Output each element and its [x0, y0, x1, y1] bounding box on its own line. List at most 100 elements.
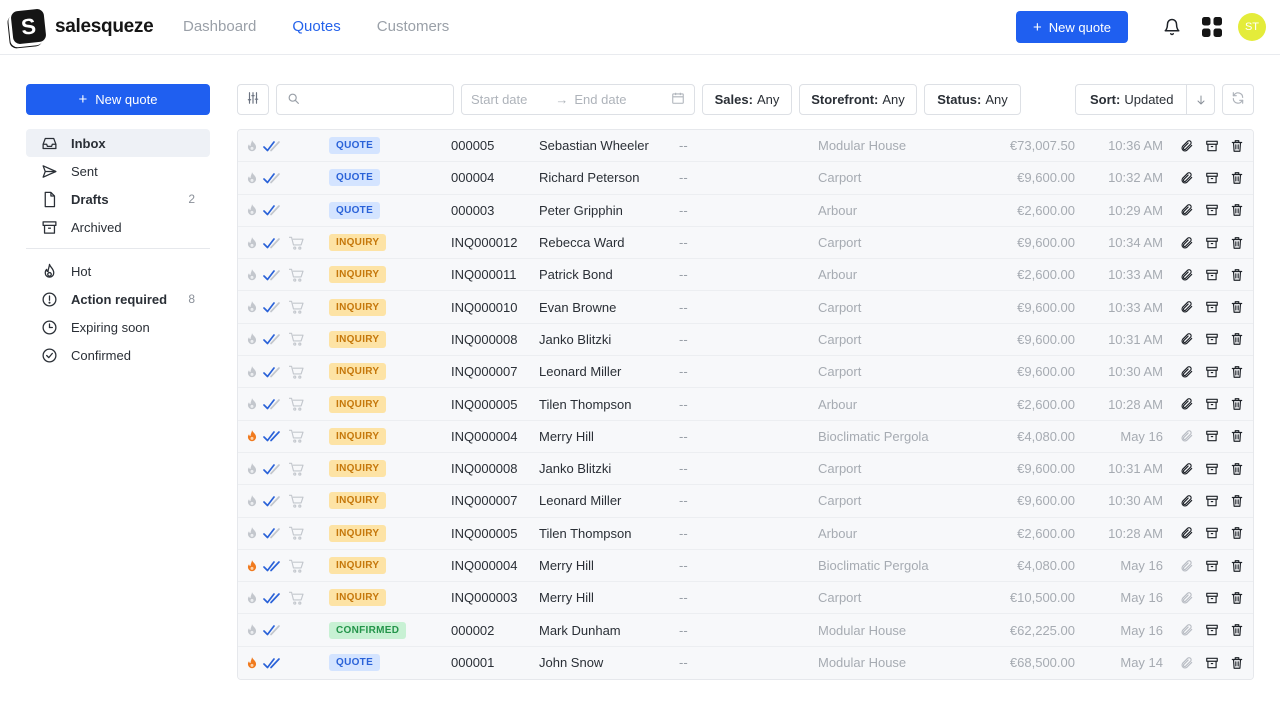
trash-icon[interactable]: [1229, 622, 1245, 638]
sidebar-item-drafts[interactable]: Drafts 2: [26, 185, 210, 213]
trash-icon[interactable]: [1229, 267, 1245, 283]
flame-icon[interactable]: [244, 364, 260, 380]
paperclip-icon[interactable]: [1179, 299, 1195, 315]
sidebar-filter-expiring-soon[interactable]: Expiring soon: [26, 313, 210, 341]
sales-filter-dropdown[interactable]: Sales: Any: [702, 84, 792, 115]
paperclip-icon[interactable]: [1179, 396, 1195, 412]
sidebar-item-inbox[interactable]: Inbox: [26, 129, 210, 157]
nav-quotes[interactable]: Quotes: [292, 18, 340, 35]
table-row[interactable]: INQUIRY INQ000010 Evan Browne -- Carport…: [238, 291, 1253, 324]
trash-icon[interactable]: [1229, 428, 1245, 444]
table-row[interactable]: INQUIRY INQ000007 Leonard Miller -- Carp…: [238, 485, 1253, 518]
paperclip-icon[interactable]: [1179, 558, 1195, 574]
archive-icon[interactable]: [1204, 525, 1220, 541]
trash-icon[interactable]: [1229, 235, 1245, 251]
table-row[interactable]: INQUIRY INQ000007 Leonard Miller -- Carp…: [238, 356, 1253, 389]
brand-logo[interactable]: S salesqueze: [10, 8, 154, 45]
table-row[interactable]: INQUIRY INQ000008 Janko Blitzki -- Carpo…: [238, 323, 1253, 357]
archive-icon[interactable]: [1204, 235, 1220, 251]
table-row[interactable]: QUOTE 000005 Sebastian Wheeler -- Modula…: [238, 130, 1253, 163]
archive-icon[interactable]: [1204, 331, 1220, 347]
archive-icon[interactable]: [1204, 138, 1220, 154]
nav-customers[interactable]: Customers: [377, 18, 450, 35]
sort-dropdown[interactable]: Sort: Updated: [1075, 84, 1215, 115]
flame-icon[interactable]: [244, 138, 260, 154]
sort-direction-icon[interactable]: [1186, 85, 1215, 114]
flame-icon[interactable]: [244, 331, 260, 347]
trash-icon[interactable]: [1229, 558, 1245, 574]
paperclip-icon[interactable]: [1179, 493, 1195, 509]
archive-icon[interactable]: [1204, 493, 1220, 509]
paperclip-icon[interactable]: [1179, 331, 1195, 347]
status-filter-dropdown[interactable]: Status: Any: [924, 84, 1021, 115]
archive-icon[interactable]: [1204, 170, 1220, 186]
sidebar-item-archived[interactable]: Archived: [26, 213, 210, 241]
trash-icon[interactable]: [1229, 138, 1245, 154]
archive-icon[interactable]: [1204, 558, 1220, 574]
end-date-field[interactable]: End date: [574, 92, 626, 107]
flame-icon[interactable]: [244, 267, 260, 283]
table-row[interactable]: CONFIRMED 000002 Mark Dunham -- Modular …: [238, 614, 1253, 647]
trash-icon[interactable]: [1229, 299, 1245, 315]
trash-icon[interactable]: [1229, 170, 1245, 186]
archive-icon[interactable]: [1204, 396, 1220, 412]
sidebar-filter-confirmed[interactable]: Confirmed: [26, 341, 210, 369]
paperclip-icon[interactable]: [1179, 428, 1195, 444]
table-row[interactable]: INQUIRY INQ000012 Rebecca Ward -- Carpor…: [238, 226, 1253, 260]
paperclip-icon[interactable]: [1179, 364, 1195, 380]
paperclip-icon[interactable]: [1179, 655, 1195, 671]
archive-icon[interactable]: [1204, 655, 1220, 671]
storefront-filter-dropdown[interactable]: Storefront: Any: [799, 84, 917, 115]
trash-icon[interactable]: [1229, 590, 1245, 606]
sidebar-item-sent[interactable]: Sent: [26, 157, 210, 185]
archive-icon[interactable]: [1204, 622, 1220, 638]
table-row[interactable]: INQUIRY INQ000004 Merry Hill -- Bioclima…: [238, 549, 1253, 583]
trash-icon[interactable]: [1229, 396, 1245, 412]
nav-dashboard[interactable]: Dashboard: [183, 18, 256, 35]
search-box[interactable]: [276, 84, 454, 115]
sidebar-filter-hot[interactable]: Hot: [26, 257, 210, 285]
flame-icon[interactable]: [244, 235, 260, 251]
flame-icon[interactable]: [244, 299, 260, 315]
table-row[interactable]: INQUIRY INQ000004 Merry Hill -- Bioclima…: [238, 420, 1253, 453]
paperclip-icon[interactable]: [1179, 267, 1195, 283]
paperclip-icon[interactable]: [1179, 235, 1195, 251]
calendar-icon[interactable]: [671, 91, 685, 108]
trash-icon[interactable]: [1229, 525, 1245, 541]
archive-icon[interactable]: [1204, 202, 1220, 218]
sidebar-new-quote-button[interactable]: + New quote: [26, 84, 210, 115]
paperclip-icon[interactable]: [1179, 622, 1195, 638]
bell-icon[interactable]: [1161, 16, 1183, 38]
start-date-field[interactable]: Start date: [471, 92, 527, 107]
archive-icon[interactable]: [1204, 590, 1220, 606]
flame-icon[interactable]: [244, 170, 260, 186]
trash-icon[interactable]: [1229, 364, 1245, 380]
date-range-picker[interactable]: Start date → End date: [461, 84, 695, 115]
flame-icon[interactable]: [244, 202, 260, 218]
flame-icon[interactable]: [244, 590, 260, 606]
table-row[interactable]: QUOTE 000004 Richard Peterson -- Carport…: [238, 162, 1253, 195]
trash-icon[interactable]: [1229, 655, 1245, 671]
paperclip-icon[interactable]: [1179, 461, 1195, 477]
flame-icon[interactable]: [244, 493, 260, 509]
archive-icon[interactable]: [1204, 299, 1220, 315]
archive-icon[interactable]: [1204, 267, 1220, 283]
table-row[interactable]: INQUIRY INQ000008 Janko Blitzki -- Carpo…: [238, 452, 1253, 486]
archive-icon[interactable]: [1204, 428, 1220, 444]
hot-flame-icon[interactable]: [244, 428, 260, 444]
flame-icon[interactable]: [244, 525, 260, 541]
trash-icon[interactable]: [1229, 493, 1245, 509]
trash-icon[interactable]: [1229, 331, 1245, 347]
table-row[interactable]: QUOTE 000003 Peter Gripphin -- Arbour €2…: [238, 194, 1253, 227]
flame-icon[interactable]: [244, 396, 260, 412]
paperclip-icon[interactable]: [1179, 590, 1195, 606]
flame-icon[interactable]: [244, 461, 260, 477]
header-new-quote-button[interactable]: + New quote: [1016, 11, 1128, 43]
paperclip-icon[interactable]: [1179, 525, 1195, 541]
table-row[interactable]: INQUIRY INQ000005 Tilen Thompson -- Arbo…: [238, 388, 1253, 421]
table-row[interactable]: INQUIRY INQ000003 Merry Hill -- Carport …: [238, 582, 1253, 615]
paperclip-icon[interactable]: [1179, 138, 1195, 154]
sidebar-filter-action-required[interactable]: Action required 8: [26, 285, 210, 313]
hot-flame-icon[interactable]: [244, 558, 260, 574]
archive-icon[interactable]: [1204, 364, 1220, 380]
